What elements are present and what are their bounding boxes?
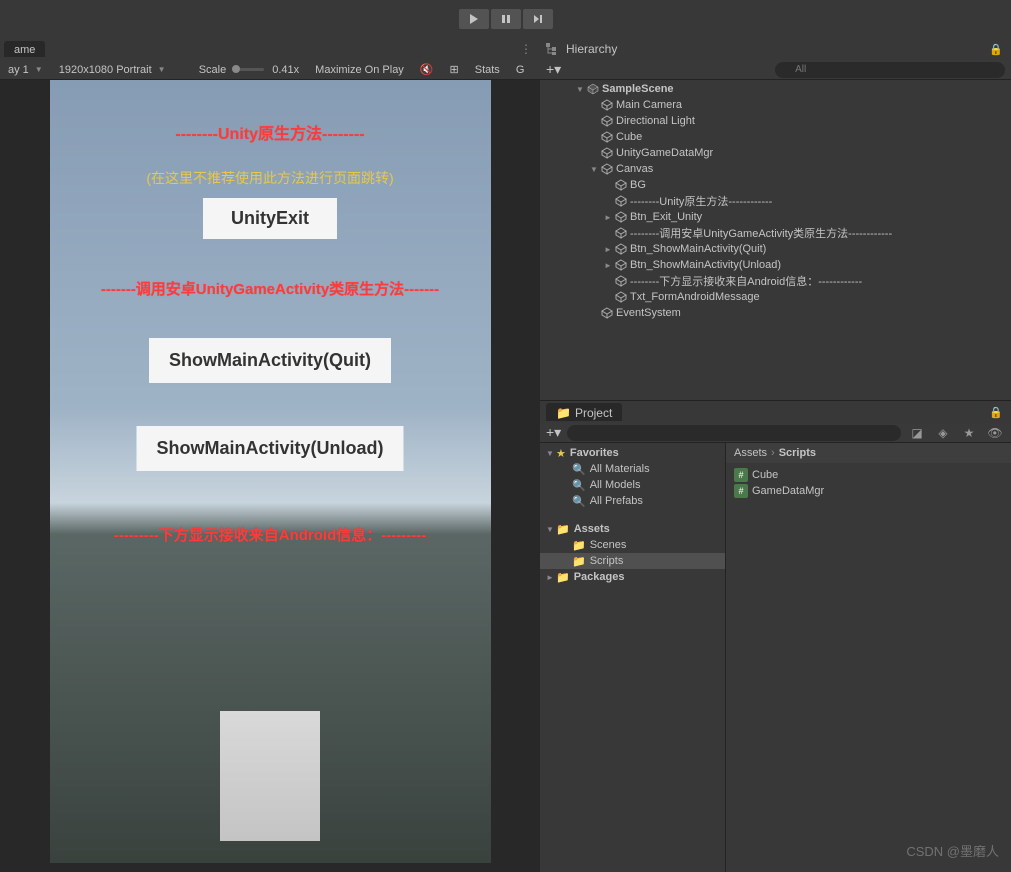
stats-toggle[interactable]: Stats xyxy=(467,60,508,79)
search-icon: 🔍 xyxy=(572,495,586,508)
project-title: Project xyxy=(575,406,612,420)
note-text: (在这里不推荐使用此方法进行页面跳转) xyxy=(50,168,491,188)
search-icon: 🔍 xyxy=(572,479,586,492)
game-viewport: --------Unity原生方法-------- (在这里不推荐使用此方法进行… xyxy=(0,80,540,872)
project-content: Assets › Scripts #Cube#GameDataMgr xyxy=(726,443,1011,872)
gameobject-icon xyxy=(614,210,628,224)
project-panel: 📁 Project 🔒 +▾ ◪ ◈ ★ 👁 ▼ ★ Favorites xyxy=(540,401,1011,872)
gameobject-icon xyxy=(614,274,628,288)
main-toolbar xyxy=(0,0,1011,38)
game-render: --------Unity原生方法-------- (在这里不推荐使用此方法进行… xyxy=(50,80,491,863)
search-icon: 🔍 xyxy=(572,463,586,476)
favorite-item[interactable]: 🔍All Prefabs xyxy=(540,493,725,509)
star-icon[interactable]: ★ xyxy=(959,425,979,441)
hierarchy-item[interactable]: EventSystem xyxy=(540,305,1011,321)
gameobject-icon xyxy=(600,146,614,160)
gameobject-icon xyxy=(600,162,614,176)
gameobject-icon xyxy=(600,130,614,144)
grid-icon[interactable]: ⊞ xyxy=(442,60,467,79)
add-button[interactable]: +▾ xyxy=(546,61,561,78)
hidden-icon[interactable]: 👁 xyxy=(985,425,1005,441)
gameobject-icon xyxy=(614,226,628,240)
script-file[interactable]: #Cube xyxy=(734,467,1003,483)
resolution-dropdown[interactable]: 1920x1080 Portrait▼ xyxy=(51,60,191,79)
folder-icon: 📁 xyxy=(572,539,586,552)
folder-icon: 📁 xyxy=(556,406,571,420)
game-panel: ame ⋮ ay 1▼ 1920x1080 Portrait▼ Scale 0.… xyxy=(0,38,540,872)
hierarchy-item[interactable]: Txt_FormAndroidMessage xyxy=(540,289,1011,305)
gameobject-icon xyxy=(614,194,628,208)
star-icon: ★ xyxy=(556,447,566,460)
hierarchy-item[interactable]: ►Btn_ShowMainActivity(Unload) xyxy=(540,257,1011,273)
game-tab-bar: ame ⋮ xyxy=(0,38,540,60)
maximize-toggle[interactable]: Maximize On Play xyxy=(307,60,412,79)
header-text-1: --------Unity原生方法-------- xyxy=(50,120,491,144)
pause-button[interactable] xyxy=(491,9,521,29)
hierarchy-tree: ▼ SampleScene Main CameraDirectional Lig… xyxy=(540,80,1011,400)
folder-item[interactable]: 📁Scripts xyxy=(540,553,725,569)
scene-cube xyxy=(215,701,325,811)
hierarchy-item[interactable]: --------调用安卓UnityGameActivity类原生方法------… xyxy=(540,225,1011,241)
hierarchy-item[interactable]: --------下方显示接收来自Android信息：------------ xyxy=(540,273,1011,289)
project-search[interactable] xyxy=(567,425,901,441)
hierarchy-item[interactable]: Directional Light xyxy=(540,113,1011,129)
gameobject-icon xyxy=(614,290,628,304)
unity-exit-button[interactable]: UnityExit xyxy=(203,198,337,239)
scale-slider[interactable] xyxy=(234,68,264,71)
unity-icon xyxy=(586,82,600,96)
lock-icon[interactable]: 🔒 xyxy=(989,43,1003,56)
scale-control[interactable]: Scale 0.41x xyxy=(191,60,307,79)
hierarchy-search[interactable] xyxy=(775,62,1005,78)
script-icon: # xyxy=(734,484,748,498)
project-tree: ▼ ★ Favorites 🔍All Materials🔍All Models🔍… xyxy=(540,443,726,872)
show-main-unload-button[interactable]: ShowMainActivity(Unload) xyxy=(136,426,403,471)
mute-toggle[interactable]: 🔇 xyxy=(412,60,442,79)
label-icon[interactable]: ◈ xyxy=(933,425,953,441)
gameobject-icon xyxy=(600,306,614,320)
add-button[interactable]: +▾ xyxy=(546,424,561,441)
script-icon: # xyxy=(734,468,748,482)
hierarchy-item[interactable]: ►Btn_Exit_Unity xyxy=(540,209,1011,225)
play-button[interactable] xyxy=(459,9,489,29)
folder-icon: 📁 xyxy=(572,555,586,568)
hierarchy-panel: Hierarchy 🔒 +▾ ▼ SampleScene Main Camera… xyxy=(540,38,1011,401)
favorites-row[interactable]: ▼ ★ Favorites xyxy=(540,445,725,461)
hierarchy-icon xyxy=(546,43,560,55)
scene-row[interactable]: ▼ SampleScene xyxy=(540,81,1011,97)
hierarchy-item[interactable]: ►Btn_ShowMainActivity(Quit) xyxy=(540,241,1011,257)
game-toolbar: ay 1▼ 1920x1080 Portrait▼ Scale 0.41x Ma… xyxy=(0,60,540,80)
show-main-quit-button[interactable]: ShowMainActivity(Quit) xyxy=(149,338,391,383)
gizmos-toggle[interactable]: G xyxy=(508,60,533,79)
packages-row[interactable]: ► 📁 Packages xyxy=(540,569,725,585)
gameobject-icon xyxy=(614,242,628,256)
lock-icon[interactable]: 🔒 xyxy=(989,406,1003,419)
favorite-item[interactable]: 🔍All Models xyxy=(540,477,725,493)
folder-icon: 📁 xyxy=(556,523,570,536)
folder-icon: 📁 xyxy=(556,571,570,584)
header-text-3: ---------下方显示接收来自Android信息：--------- xyxy=(50,524,491,545)
folder-item[interactable]: 📁Scenes xyxy=(540,537,725,553)
step-button[interactable] xyxy=(523,9,553,29)
filter-icon[interactable]: ◪ xyxy=(907,425,927,441)
gameobject-icon xyxy=(600,114,614,128)
panel-menu-icon[interactable]: ⋮ xyxy=(520,42,532,56)
header-text-2: -------调用安卓UnityGameActivity类原生方法------- xyxy=(50,278,491,299)
hierarchy-item[interactable]: Main Camera xyxy=(540,97,1011,113)
hierarchy-item[interactable]: BG xyxy=(540,177,1011,193)
breadcrumb[interactable]: Assets › Scripts xyxy=(726,443,1011,463)
hierarchy-item[interactable]: --------Unity原生方法------------ xyxy=(540,193,1011,209)
hierarchy-item[interactable]: Cube xyxy=(540,129,1011,145)
hierarchy-item[interactable]: ▼Canvas xyxy=(540,161,1011,177)
gameobject-icon xyxy=(614,258,628,272)
script-file[interactable]: #GameDataMgr xyxy=(734,483,1003,499)
gameobject-icon xyxy=(614,178,628,192)
hierarchy-title: Hierarchy xyxy=(566,42,617,56)
hierarchy-item[interactable]: UnityGameDataMgr xyxy=(540,145,1011,161)
game-tab[interactable]: ame xyxy=(4,41,45,57)
display-dropdown[interactable]: ay 1▼ xyxy=(0,60,51,79)
gameobject-icon xyxy=(600,98,614,112)
assets-row[interactable]: ▼ 📁 Assets xyxy=(540,521,725,537)
watermark: CSDN @墨磨人 xyxy=(906,841,999,860)
favorite-item[interactable]: 🔍All Materials xyxy=(540,461,725,477)
